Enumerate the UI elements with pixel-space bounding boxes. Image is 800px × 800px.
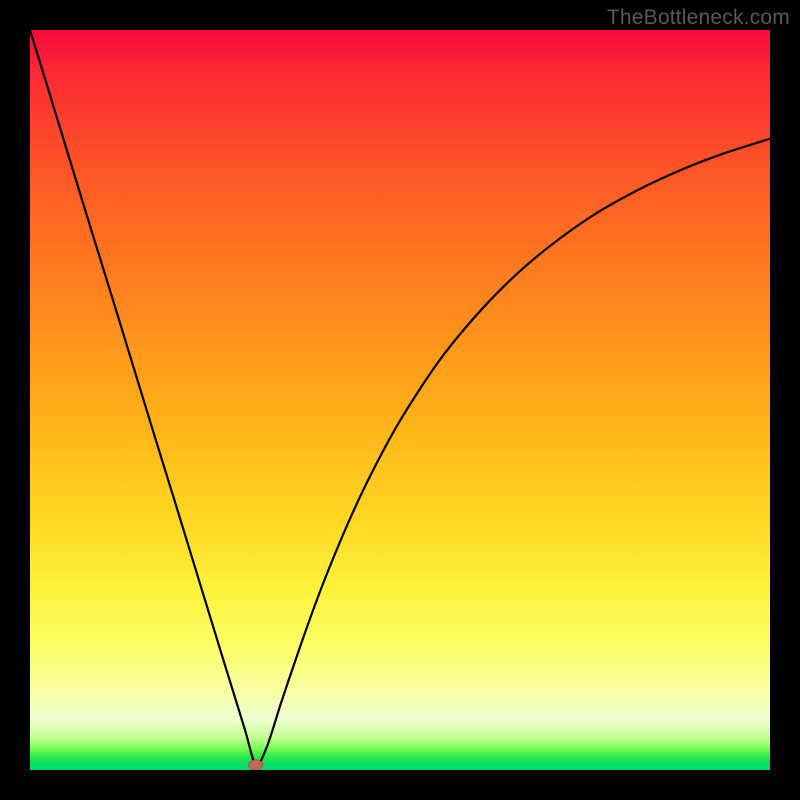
plot-area: [30, 30, 770, 770]
minimum-marker: [249, 760, 263, 770]
watermark-text: TheBottleneck.com: [607, 6, 790, 30]
bottleneck-curve: [30, 30, 770, 765]
curve-layer: [30, 30, 770, 770]
chart-container: TheBottleneck.com: [0, 0, 800, 800]
